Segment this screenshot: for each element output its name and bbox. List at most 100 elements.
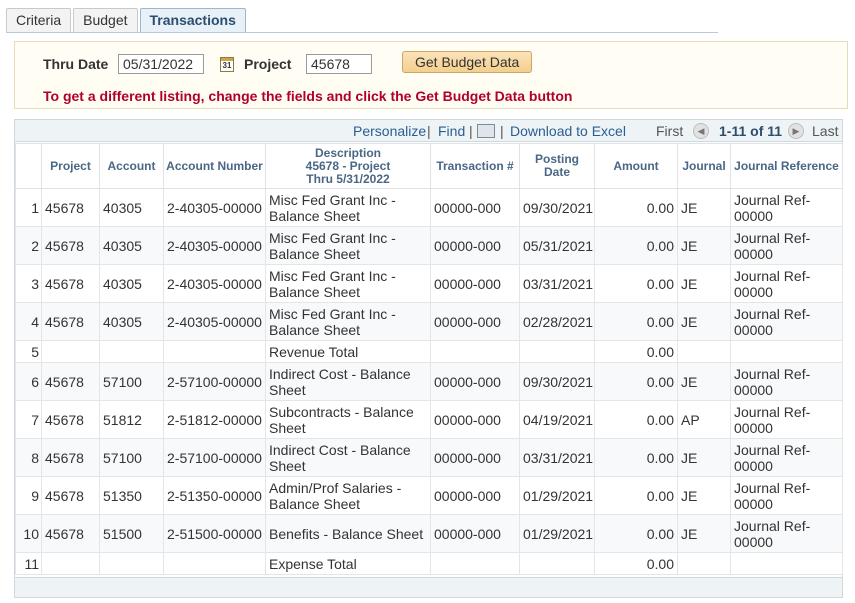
header-amount[interactable]: Amount <box>594 143 678 189</box>
header-account[interactable]: Account <box>99 143 164 189</box>
project-label: Project <box>244 56 292 72</box>
account-number-cell: 2-51500-00000 <box>163 514 266 553</box>
project-cell: 45678 <box>41 362 100 401</box>
transaction-cell: 00000-000 <box>430 362 520 401</box>
journal-reference-cell: Journal Ref-00000 <box>730 438 843 477</box>
account-cell: 57100 <box>99 362 164 401</box>
description-cell: Misc Fed Grant Inc - Balance Sheet <box>265 226 431 265</box>
transaction-cell <box>430 340 520 363</box>
posting-date-cell: 02/28/2021 <box>519 302 595 341</box>
journal-cell: JE <box>677 226 731 265</box>
header-posting-date[interactable]: Posting Date <box>519 143 595 189</box>
journal-cell: JE <box>677 476 731 515</box>
journal-cell: JE <box>677 514 731 553</box>
table-row: 11 Expense Total 0.00 <box>15 552 843 575</box>
header-account-number[interactable]: Account Number <box>163 143 266 189</box>
description-cell: Revenue Total <box>265 340 431 363</box>
tab-transactions[interactable]: Transactions <box>139 8 246 32</box>
amount-cell: 0.00 <box>594 514 678 553</box>
posting-date-cell: 05/31/2021 <box>519 226 595 265</box>
row-number: 7 <box>15 400 42 439</box>
project-cell: 45678 <box>41 302 100 341</box>
amount-cell: 0.00 <box>594 476 678 515</box>
get-budget-data-button[interactable]: Get Budget Data <box>402 51 533 73</box>
nav-first-icon[interactable]: ◀ <box>693 123 709 139</box>
transaction-cell <box>430 552 520 575</box>
header-journal[interactable]: Journal <box>677 143 731 189</box>
amount-cell: 0.00 <box>594 362 678 401</box>
posting-date-cell: 09/30/2021 <box>519 188 595 227</box>
toolbar-separator: | <box>500 123 504 139</box>
calendar-icon[interactable]: 31 <box>220 57 234 72</box>
journal-cell: JE <box>677 438 731 477</box>
amount-cell: 0.00 <box>594 188 678 227</box>
account-cell: 51350 <box>99 476 164 515</box>
project-input[interactable] <box>306 54 372 74</box>
personalize-link[interactable]: Personalize <box>353 123 426 139</box>
download-to-excel-link[interactable]: Download to Excel <box>510 123 626 139</box>
account-number-cell: 2-40305-00000 <box>163 226 266 265</box>
journal-reference-cell: Journal Ref-00000 <box>730 362 843 401</box>
posting-date-cell: 01/29/2021 <box>519 476 595 515</box>
row-number: 4 <box>15 302 42 341</box>
description-cell: Benefits - Balance Sheet <box>265 514 431 553</box>
toolbar-separator: | <box>469 123 473 139</box>
table-row: 4 45678 40305 2-40305-00000 Misc Fed Grant I… <box>15 302 843 341</box>
thru-date-label: Thru Date <box>43 56 109 72</box>
journal-cell <box>677 340 731 363</box>
project-cell: 45678 <box>41 226 100 265</box>
account-number-cell <box>163 340 266 363</box>
transaction-cell: 00000-000 <box>430 400 520 439</box>
new-window-icon[interactable] <box>477 124 495 138</box>
tab-criteria[interactable]: Criteria <box>6 8 72 32</box>
project-cell: 45678 <box>41 264 100 303</box>
description-cell: Indirect Cost - Balance Sheet <box>265 362 431 401</box>
transactions-table: Project Account Account Number Descripti… <box>15 143 843 575</box>
journal-reference-cell: Journal Ref-00000 <box>730 514 843 553</box>
tab-budget[interactable]: Budget <box>73 8 138 32</box>
header-journal-reference[interactable]: Journal Reference <box>730 143 843 189</box>
amount-cell: 0.00 <box>594 400 678 439</box>
description-cell: Indirect Cost - Balance Sheet <box>265 438 431 477</box>
account-number-cell: 2-51812-00000 <box>163 400 266 439</box>
nav-last-icon[interactable]: ▶ <box>788 123 804 139</box>
find-link[interactable]: Find <box>438 123 465 139</box>
header-row-number <box>15 143 42 189</box>
table-row: 6 45678 57100 2-57100-00000 Indirect Cost - … <box>15 362 843 401</box>
header-project[interactable]: Project <box>41 143 100 189</box>
account-number-cell <box>163 552 266 575</box>
account-cell: 51500 <box>99 514 164 553</box>
project-cell: 45678 <box>41 188 100 227</box>
account-cell: 40305 <box>99 302 164 341</box>
description-cell: Subcontracts - Balance Sheet <box>265 400 431 439</box>
transaction-cell: 00000-000 <box>430 302 520 341</box>
criteria-panel: Thru Date 31 Project Get Budget Data To … <box>14 41 848 109</box>
transactions-grid: Personalize | Find | | Download to Excel… <box>14 119 843 598</box>
header-transaction[interactable]: Transaction # <box>430 143 520 189</box>
header-description-line1: Description <box>314 145 381 160</box>
table-row: 1 45678 40305 2-40305-00000 Misc Fed Grant I… <box>15 188 843 227</box>
description-cell: Misc Fed Grant Inc - Balance Sheet <box>265 264 431 303</box>
journal-cell: JE <box>677 188 731 227</box>
header-description[interactable]: Description 45678 - Project Thru 5/31/20… <box>265 143 431 189</box>
row-number: 11 <box>15 552 42 575</box>
posting-date-cell <box>519 552 595 575</box>
amount-cell: 0.00 <box>594 264 678 303</box>
transaction-cell: 00000-000 <box>430 226 520 265</box>
description-cell: Misc Fed Grant Inc - Balance Sheet <box>265 188 431 227</box>
tab-divider <box>6 32 718 33</box>
journal-reference-cell: Journal Ref-00000 <box>730 188 843 227</box>
account-number-cell: 2-40305-00000 <box>163 302 266 341</box>
account-number-cell: 2-51350-00000 <box>163 476 266 515</box>
grid-toolbar: Personalize | Find | | Download to Excel… <box>15 120 842 142</box>
last-label: Last <box>812 123 839 139</box>
journal-reference-cell: Journal Ref-00000 <box>730 400 843 439</box>
row-range: 1-11 of 11 <box>719 123 783 139</box>
instruction-message: To get a different listing, change the f… <box>43 88 573 104</box>
thru-date-input[interactable] <box>118 54 204 74</box>
row-number: 5 <box>15 340 42 363</box>
amount-cell: 0.00 <box>594 438 678 477</box>
amount-cell: 0.00 <box>594 302 678 341</box>
row-number: 8 <box>15 438 42 477</box>
posting-date-cell: 03/31/2021 <box>519 264 595 303</box>
